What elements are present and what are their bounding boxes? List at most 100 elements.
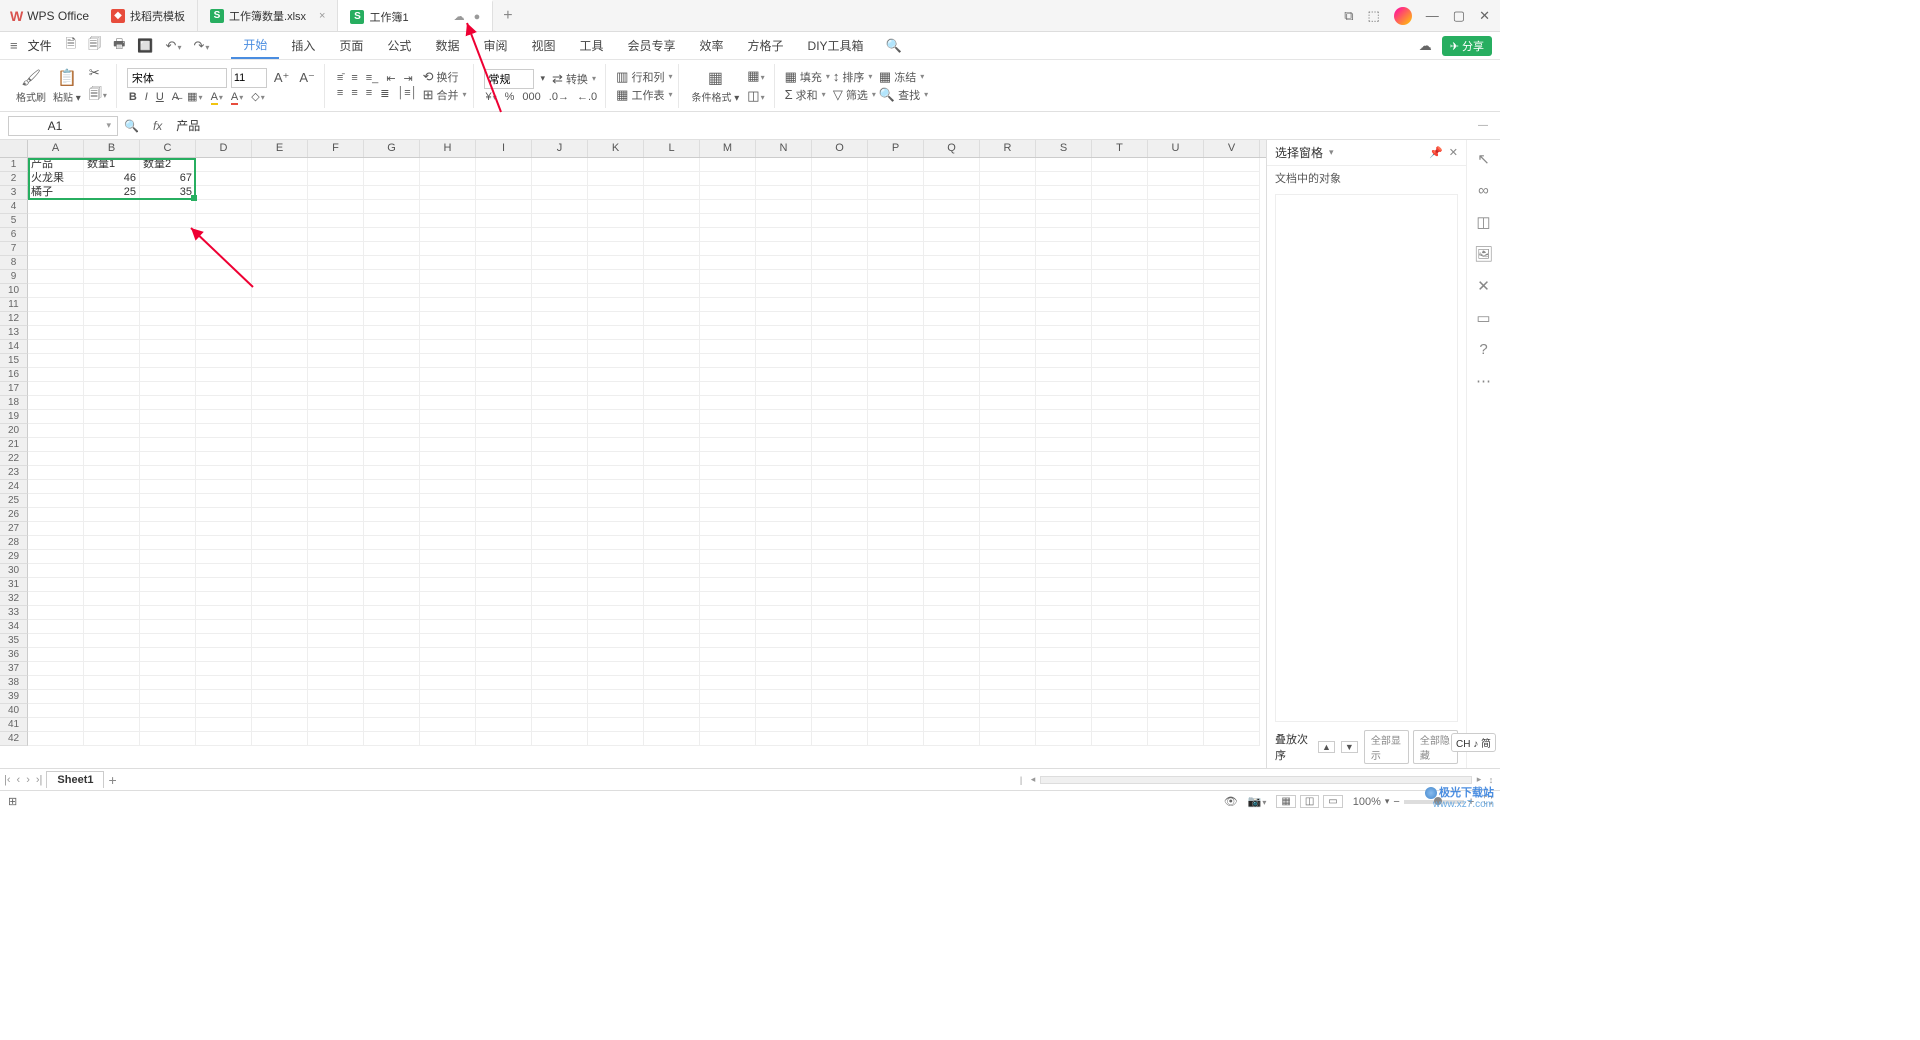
close-icon[interactable]: × (319, 10, 325, 22)
cell[interactable] (1148, 284, 1204, 298)
cell[interactable] (420, 354, 476, 368)
cell[interactable] (196, 354, 252, 368)
cell[interactable] (196, 340, 252, 354)
cell[interactable] (364, 340, 420, 354)
cell[interactable] (84, 382, 140, 396)
cell[interactable] (252, 424, 308, 438)
cell[interactable] (364, 452, 420, 466)
cell[interactable] (140, 298, 196, 312)
cell[interactable] (644, 578, 700, 592)
cell[interactable] (140, 410, 196, 424)
cell[interactable] (532, 396, 588, 410)
cell[interactable] (588, 606, 644, 620)
cell[interactable] (364, 508, 420, 522)
cell[interactable] (1092, 620, 1148, 634)
cell[interactable] (420, 648, 476, 662)
increase-decimal-icon[interactable]: .0→ (547, 91, 571, 103)
cell[interactable] (868, 256, 924, 270)
cell[interactable] (756, 620, 812, 634)
cell[interactable] (700, 522, 756, 536)
cell[interactable] (476, 578, 532, 592)
close-window-icon[interactable]: ✕ (1479, 8, 1490, 24)
cell[interactable] (28, 270, 84, 284)
cell[interactable] (308, 242, 364, 256)
cell[interactable] (252, 382, 308, 396)
cell[interactable] (924, 382, 980, 396)
cell[interactable] (532, 200, 588, 214)
cell[interactable] (476, 508, 532, 522)
cell[interactable] (980, 704, 1036, 718)
cell[interactable] (420, 200, 476, 214)
comma-icon[interactable]: 000 (520, 91, 542, 103)
cell[interactable] (812, 340, 868, 354)
cell[interactable] (196, 172, 252, 186)
cell[interactable] (1092, 452, 1148, 466)
cell[interactable] (84, 732, 140, 746)
cell[interactable] (812, 312, 868, 326)
cell[interactable] (756, 424, 812, 438)
cell[interactable] (1092, 312, 1148, 326)
cell[interactable] (476, 242, 532, 256)
menu-tab-0[interactable]: 开始 (231, 32, 279, 59)
cell[interactable] (1092, 256, 1148, 270)
cell[interactable] (812, 172, 868, 186)
cell[interactable] (980, 676, 1036, 690)
bold-icon[interactable]: B (127, 91, 139, 103)
spreadsheet-grid[interactable]: ABCDEFGHIJKLMNOPQRSTUV 1产品数量1数量22火龙果4667… (0, 140, 1266, 768)
currency-icon[interactable]: ¥ (484, 91, 499, 103)
cell[interactable] (84, 522, 140, 536)
cell[interactable] (644, 662, 700, 676)
cell[interactable] (196, 368, 252, 382)
cell[interactable] (1204, 326, 1260, 340)
cell[interactable] (868, 382, 924, 396)
cell[interactable] (28, 592, 84, 606)
cell[interactable] (308, 578, 364, 592)
cell[interactable] (420, 298, 476, 312)
cell[interactable] (196, 564, 252, 578)
cell[interactable] (980, 508, 1036, 522)
cell[interactable] (252, 214, 308, 228)
cell[interactable] (196, 424, 252, 438)
cell[interactable] (756, 396, 812, 410)
cell[interactable] (1204, 452, 1260, 466)
lookup-icon[interactable]: 🔍 (124, 119, 139, 133)
cell[interactable] (1092, 550, 1148, 564)
cell[interactable] (1204, 382, 1260, 396)
cell[interactable] (308, 200, 364, 214)
cell[interactable] (1148, 354, 1204, 368)
cell[interactable] (196, 676, 252, 690)
cell[interactable] (308, 340, 364, 354)
cell[interactable] (1148, 634, 1204, 648)
cell[interactable] (140, 256, 196, 270)
cell[interactable] (924, 732, 980, 746)
cell[interactable] (644, 396, 700, 410)
cell[interactable] (420, 438, 476, 452)
cell[interactable] (644, 466, 700, 480)
freeze-button[interactable]: ▦冻结 (879, 69, 928, 85)
cell[interactable] (980, 480, 1036, 494)
cell[interactable] (980, 536, 1036, 550)
menu-tab-7[interactable]: 工具 (567, 32, 615, 59)
cell[interactable] (700, 424, 756, 438)
cell[interactable] (644, 550, 700, 564)
cell[interactable] (252, 592, 308, 606)
cell[interactable] (196, 648, 252, 662)
cell[interactable] (252, 340, 308, 354)
cell[interactable] (1036, 200, 1092, 214)
cell[interactable] (756, 718, 812, 732)
col-header-G[interactable]: G (364, 140, 420, 157)
cell[interactable] (196, 592, 252, 606)
cell[interactable] (84, 578, 140, 592)
cell[interactable] (700, 620, 756, 634)
cell[interactable] (700, 172, 756, 186)
cell[interactable] (1092, 522, 1148, 536)
cell[interactable] (700, 690, 756, 704)
cell[interactable] (1092, 606, 1148, 620)
cell[interactable] (700, 396, 756, 410)
cell[interactable] (252, 522, 308, 536)
cell[interactable] (980, 256, 1036, 270)
cell[interactable] (868, 634, 924, 648)
cell[interactable] (644, 606, 700, 620)
cell[interactable] (700, 242, 756, 256)
row-header[interactable]: 40 (0, 704, 28, 718)
